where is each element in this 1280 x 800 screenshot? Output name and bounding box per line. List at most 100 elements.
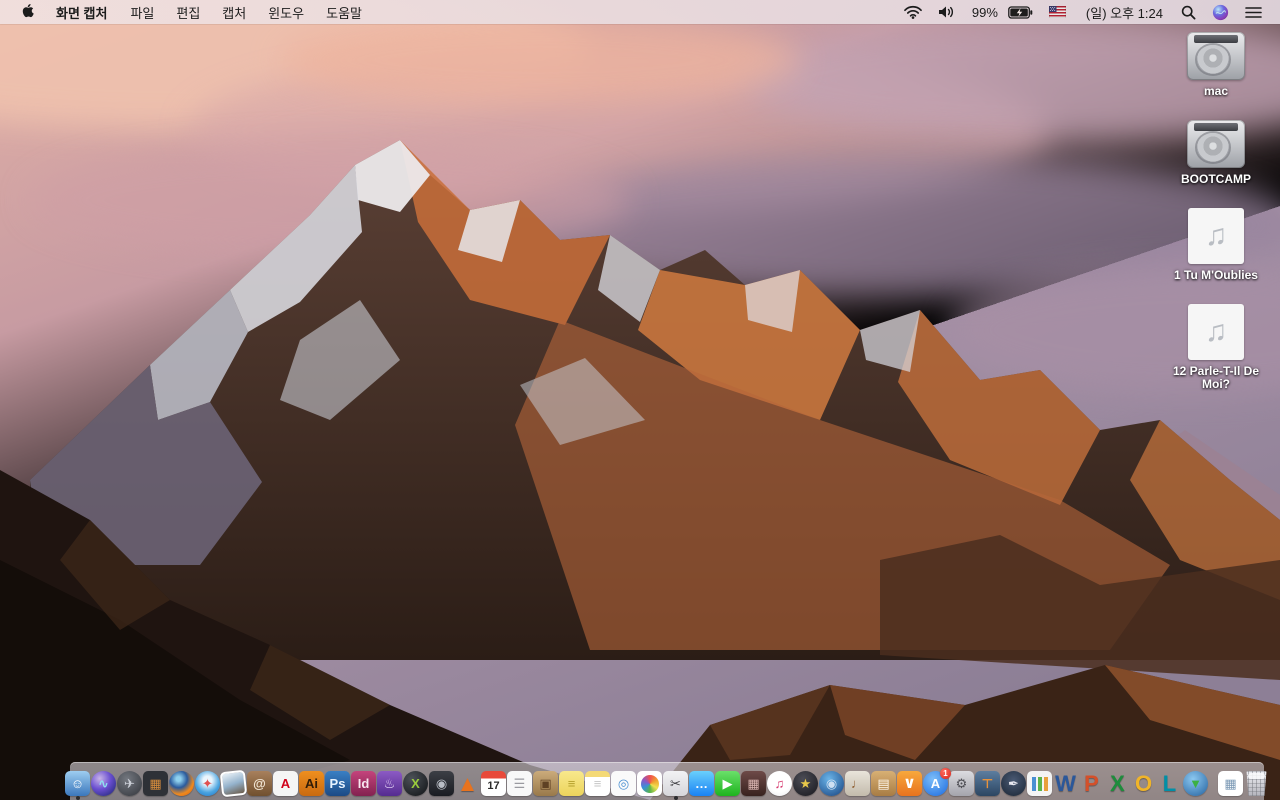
reminders-icon: ☰: [507, 771, 532, 796]
notes-glyph: ≡: [593, 776, 602, 791]
dock-finder[interactable]: ☺: [65, 771, 90, 800]
audio-file-1-tu-moublies[interactable]: ♫ 1 Tu M'Oublies: [1158, 208, 1274, 282]
toast-titanium-glyph: ♨: [383, 776, 396, 791]
dock-indesign[interactable]: Id: [351, 771, 376, 796]
powerpoint-icon: P: [1079, 771, 1104, 796]
dock-toast-titanium[interactable]: ♨: [377, 771, 402, 796]
web-downloader-icon: ▼: [1183, 771, 1208, 796]
dock-itunes[interactable]: ♫: [767, 771, 792, 796]
acrobat-reader-icon: A: [273, 771, 298, 796]
apple-logo-icon: [22, 4, 34, 18]
notification-center-menu-extra[interactable]: [1237, 6, 1270, 19]
dvd-player-icon: ◉: [819, 771, 844, 796]
dock-x-converter-app[interactable]: X: [403, 771, 428, 796]
document-file-icon: ▦: [1218, 771, 1243, 796]
dock-launchpad[interactable]: ✈: [117, 771, 142, 796]
dock-mission-control[interactable]: ▦: [143, 771, 168, 796]
word-icon: W: [1053, 771, 1078, 796]
dock-photo-booth[interactable]: ▦: [741, 771, 766, 796]
menu-capture[interactable]: 캡처: [211, 3, 257, 22]
dock-imovie[interactable]: ★: [793, 771, 818, 796]
dvd-player-glyph: ◉: [825, 776, 838, 791]
wifi-icon: [904, 5, 922, 19]
dock: ☺ ∿ ✈ ▦ ✦ @ A Ai Ps Id ♨ X ◉ ▲ 17 ☰ ▣ ≡ ≡ ◎ ✂… ▶ ▦ ♫ ★ ◉ ♩ ▤ ∨ A 1 ⚙ ⊤ ✒ W…: [65, 762, 1267, 800]
facetime-glyph: ▶: [722, 776, 733, 791]
dock-comic-life[interactable]: ▤: [871, 771, 896, 796]
desktop-icons: mac BOOTCAMP ♫ 1 Tu M'Oublies ♫ 12 Parle-T-Il…: [1158, 32, 1274, 413]
audio-file-12-parle-t-il-de-moi[interactable]: ♫ 12 Parle-T-Il De Moi?: [1158, 304, 1274, 391]
siri-glyph: ∿: [98, 776, 109, 791]
dock-excel[interactable]: X: [1105, 771, 1130, 796]
menu-file[interactable]: 파일: [119, 3, 165, 22]
dock-photoshop[interactable]: Ps: [325, 771, 350, 796]
volume-menu-extra[interactable]: [930, 5, 964, 19]
dock-numbers[interactable]: [1027, 771, 1052, 796]
dock-acrobat-reader[interactable]: A: [273, 771, 298, 796]
keynote-icon: ⊤: [975, 771, 1000, 796]
dock-ibooks[interactable]: ∨: [897, 771, 922, 796]
dock-document-file[interactable]: ▦: [1218, 771, 1243, 796]
dock-contacts[interactable]: @: [247, 771, 272, 796]
dock-reminders[interactable]: ☰: [507, 771, 532, 796]
hard-drive-icon: [1187, 120, 1245, 168]
audio-file-icon: ♫: [1188, 208, 1244, 264]
input-source-menu-extra[interactable]: [1041, 6, 1074, 18]
volume-mac[interactable]: mac: [1158, 32, 1274, 98]
outlook-glyph: O: [1134, 770, 1153, 796]
dock-image-viewer[interactable]: [219, 769, 248, 798]
dock-photos[interactable]: [637, 771, 662, 796]
itunes-icon: ♫: [767, 771, 792, 796]
dock-outlook[interactable]: O: [1131, 771, 1156, 796]
system-preferences-glyph: ⚙: [955, 776, 968, 791]
battery-menu-extra[interactable]: [1000, 5, 1041, 19]
dock-vlc[interactable]: ▲: [455, 771, 480, 796]
x-converter-app-icon: X: [403, 771, 428, 796]
dock-stickies[interactable]: ≡: [559, 771, 584, 796]
dock-grab-screen-capture[interactable]: ✂: [663, 771, 688, 800]
dock-powerpoint[interactable]: P: [1079, 771, 1104, 796]
itunes-glyph: ♫: [774, 776, 785, 791]
menu-bar: 화면 캡처 파일 편집 캡처 윈도우 도움말 99% (일) 오후 1:24: [0, 0, 1280, 24]
menu-help[interactable]: 도움말: [315, 3, 373, 22]
dock-safari[interactable]: ✦: [195, 771, 220, 796]
music-note-glyph: ♫: [1204, 219, 1228, 252]
ibooks-icon: ∨: [897, 771, 922, 796]
comic-life-icon: ▤: [871, 771, 896, 796]
dock-lync[interactable]: L: [1157, 771, 1182, 796]
dock-web-downloader[interactable]: ▼: [1183, 771, 1208, 796]
siri-menu-extra[interactable]: [1204, 4, 1237, 21]
dock-messages[interactable]: …: [689, 771, 714, 796]
dock-app-store[interactable]: A1: [923, 768, 951, 796]
dock-trash[interactable]: [1244, 771, 1269, 796]
contacts-icon: @: [247, 771, 272, 796]
safari-icon: ✦: [195, 771, 220, 796]
messages-glyph: …: [695, 776, 708, 791]
dock-system-preferences[interactable]: ⚙: [949, 771, 974, 796]
dock-dvd-player[interactable]: ◉: [819, 771, 844, 796]
dock-disk-utility-app[interactable]: ◉: [429, 771, 454, 796]
volume-bootcamp[interactable]: BOOTCAMP: [1158, 120, 1274, 186]
apple-menu[interactable]: [14, 4, 44, 20]
dock-notes[interactable]: ≡: [585, 771, 610, 796]
active-app-menu[interactable]: 화면 캡처: [44, 3, 119, 22]
menu-edit[interactable]: 편집: [165, 3, 211, 22]
menu-window[interactable]: 윈도우: [257, 3, 315, 22]
dock-garageband[interactable]: ♩: [845, 771, 870, 796]
illustrator-icon: Ai: [299, 771, 324, 796]
dock-firefox[interactable]: [169, 771, 194, 796]
excel-glyph: X: [1110, 770, 1125, 796]
dock-facetime[interactable]: ▶: [715, 771, 740, 796]
spotlight-menu-extra[interactable]: [1173, 5, 1204, 20]
dock-illustrator[interactable]: Ai: [299, 771, 324, 796]
dock-siri[interactable]: ∿: [91, 771, 116, 796]
wifi-menu-extra[interactable]: [896, 5, 930, 19]
dock-stuffit-expander[interactable]: ▣: [533, 771, 558, 796]
menu-clock[interactable]: (일) 오후 1:24: [1074, 3, 1173, 22]
dock-word[interactable]: W: [1053, 771, 1078, 796]
indesign-icon: Id: [351, 771, 376, 796]
dock-keynote[interactable]: ⊤: [975, 771, 1000, 796]
music-note-glyph: ♫: [1204, 315, 1228, 348]
dock-pages[interactable]: ✒: [1001, 771, 1026, 796]
dock-calendar[interactable]: 17: [481, 771, 506, 796]
dock-preview[interactable]: ◎: [611, 771, 636, 796]
